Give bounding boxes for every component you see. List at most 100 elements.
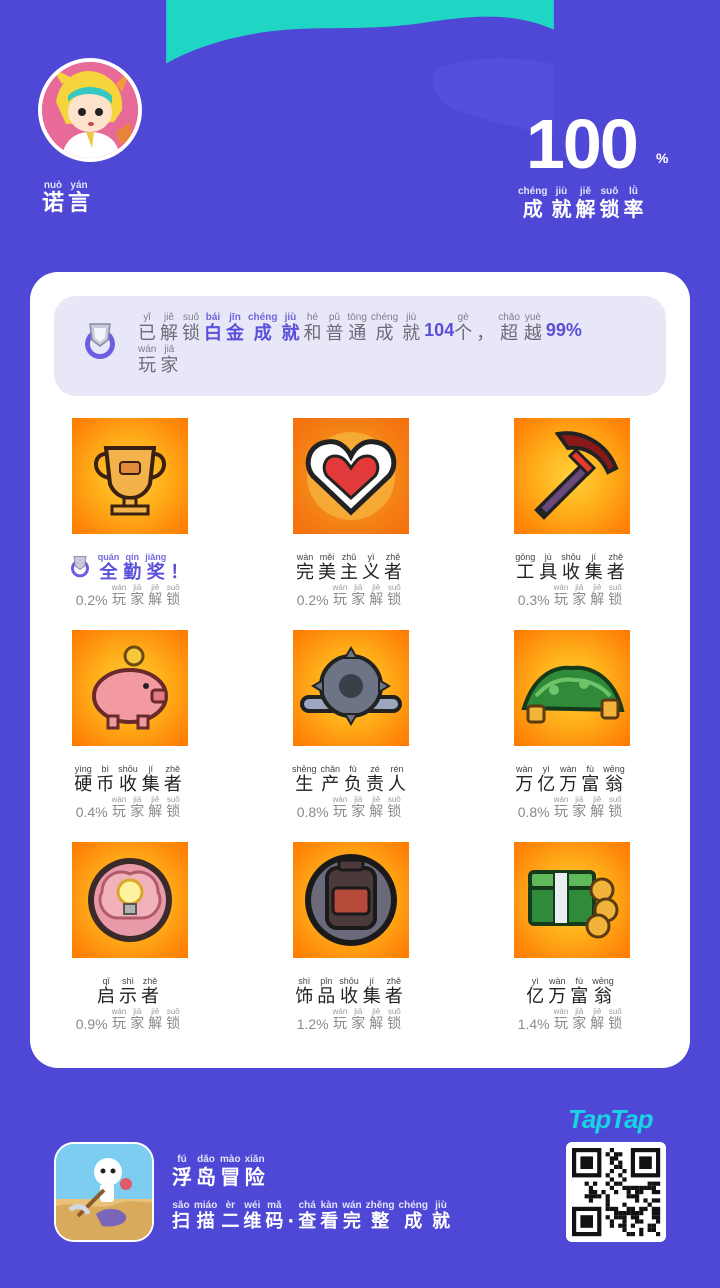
achievement-image	[293, 842, 409, 958]
achievement-item[interactable]: shēng 生 chǎn 产 fù 负 zé 责 rén 人 0.8% wán 玩 jiā 家 jiě 解 suǒ…	[251, 630, 451, 820]
achievement-item[interactable]: yìng 硬 bì 币 shōu 收 jí 集 zhě 者 0.4% wán 玩 jiā 家 jiě 解 suǒ 锁	[30, 630, 230, 820]
achievement-name-char: fù 负	[344, 764, 362, 795]
hanzi: 锁	[166, 591, 181, 608]
pinyin: quán	[97, 552, 120, 562]
pinyin: shì	[121, 976, 134, 986]
pinyin: lǜ	[629, 186, 638, 197]
hanzi: 工	[516, 562, 535, 583]
hanzi: ！	[170, 562, 189, 583]
achievement-name: wàn 万 yì 亿 wàn 万 fù 富 wēng 翁	[472, 764, 672, 795]
hanzi: 者	[606, 562, 625, 583]
hanzi: 产	[321, 774, 340, 795]
hanzi: 万	[548, 986, 567, 1007]
pinyin: bì	[101, 764, 109, 774]
hanzi: 翁	[604, 774, 623, 795]
hanzi: 解	[590, 803, 605, 820]
hanzi: 成	[404, 1211, 423, 1232]
pinyin	[178, 552, 181, 563]
achievement-image	[514, 842, 630, 958]
achievement-name: yì 亿 wàn 万 fù 富 wēng 翁	[472, 976, 672, 1007]
hanzi: 收	[119, 774, 137, 795]
app-icon[interactable]	[54, 1142, 154, 1242]
user-avatar[interactable]	[38, 58, 142, 162]
hanzi: 解	[369, 591, 384, 608]
achievement-name-char: gōng 工	[515, 552, 535, 583]
hanzi: 解	[160, 323, 178, 344]
hanzi: 家	[572, 591, 587, 608]
hanzi: 锁	[387, 591, 402, 608]
hanzi: 成	[375, 323, 394, 344]
pinyin: pǔ	[328, 312, 341, 323]
pinyin: chéng	[518, 186, 548, 197]
achievement-name-char: yìng 硬	[74, 764, 92, 795]
unlock-suffix-char: jiā 家	[130, 583, 144, 608]
pinyin: yì	[367, 552, 375, 562]
banner-seg4-char: gè 个	[454, 312, 472, 344]
achievement-item[interactable]: quán 全 qín 勤 jiǎng 奖 ！ 0.2% wán 玩 jiā 家 jiě 解 suǒ 锁	[30, 418, 230, 608]
hanzi: 玩	[332, 803, 347, 820]
pinyin: chéng	[398, 1200, 428, 1211]
achievement-image	[72, 630, 188, 746]
username-text: nuò 诺 yán 言	[42, 180, 94, 216]
pinyin: wán	[111, 1006, 127, 1016]
scan-char: chá 查	[298, 1200, 316, 1232]
pinyin	[484, 312, 487, 324]
app-name: fú 浮 dǎo 岛 mào 冒 xiǎn 险	[172, 1154, 269, 1188]
pinyin: fù	[349, 764, 357, 774]
pinyin: wán	[332, 794, 348, 804]
username: nuò 诺 yán 言	[42, 180, 94, 216]
pinyin: jiě	[151, 794, 160, 804]
unlock-suffix-char: jiě 解	[148, 1007, 162, 1032]
achievement-name: yìng 硬 bì 币 shōu 收 jí 集 zhě 者	[30, 764, 230, 795]
pinyin: dǎo	[197, 1154, 215, 1165]
pinyin: tōng	[347, 312, 367, 323]
hanzi: 锁	[166, 1015, 181, 1032]
scan-char: sǎo 扫	[172, 1200, 190, 1232]
summary-text: yǐ 已 jiě 解 suǒ 锁 bái 白 jīn 金 chéng 成 jiù 就 hé 和 pǔ 普 tōng 通…	[138, 312, 648, 376]
qr-code[interactable]	[566, 1142, 666, 1242]
pinyin: zhǔ	[341, 552, 357, 562]
achievement-item[interactable]: gōng 工 jù 具 shōu 收 jí 集 zhě 者 0.3% wán 玩 jiā 家 jiě 解 suǒ 锁	[472, 418, 672, 608]
hanzi: 启	[97, 986, 115, 1007]
achievement-item[interactable]: qǐ 启 shì 示 zhě 者 0.9% wán 玩 jiā 家 jiě 解 suǒ 锁	[30, 842, 230, 1032]
achievement-card: yǐ 已 jiě 解 suǒ 锁 bái 白 jīn 金 chéng 成 jiù 就 hé 和 pǔ 普 tōng 通…	[30, 272, 690, 1068]
hanzi: 主	[340, 562, 358, 583]
rate-label-char: suǒ 锁	[599, 186, 619, 220]
pinyin: jiě	[372, 582, 381, 592]
unlock-suffix-char: jiā 家	[572, 1007, 586, 1032]
pinyin: shōu	[339, 976, 359, 986]
achievement-unlock-stat: 0.3% wán 玩 jiā 家 jiě 解 suǒ 锁	[472, 583, 672, 608]
achievement-item[interactable]: yì 亿 wàn 万 fù 富 wēng 翁 1.4% wán 玩 jiā 家 jiě 解 suǒ 锁	[472, 842, 672, 1032]
achievement-name-char: shēng 生	[292, 764, 317, 795]
scan-char: ·	[287, 1200, 294, 1232]
hanzi: 言	[68, 191, 91, 216]
achievement-name-char: fù 富	[581, 764, 599, 795]
hanzi: 人	[388, 774, 407, 795]
achievement-unlock-stat: 0.9% wán 玩 jiā 家 jiě 解 suǒ 锁	[30, 1007, 230, 1032]
achievement-name-char: měi 美	[318, 552, 336, 583]
hanzi: ，	[476, 323, 495, 344]
achievement-item[interactable]: wàn 万 yì 亿 wàn 万 fù 富 wēng 翁 0.8% wán 玩 jiā 家 jiě 解 suǒ 锁	[472, 630, 672, 820]
achievement-name-char: quán 全	[98, 552, 120, 583]
pinyin: zhě	[608, 552, 624, 562]
hanzi: 富	[581, 774, 600, 795]
hanzi: 解	[148, 1015, 163, 1032]
achievement-name-char: jí 集	[142, 764, 160, 795]
pinyin: wán	[138, 343, 157, 355]
hanzi: 解	[590, 1015, 605, 1032]
hanzi: 就	[281, 323, 300, 344]
pinyin: chá	[298, 1200, 316, 1211]
achievement-item[interactable]: shì 饰 pǐn 品 shōu 收 jí 集 zhě 者 1.2% wán 玩 jiā 家 jiě 解 suǒ 锁	[251, 842, 451, 1032]
hanzi: 浮	[172, 1165, 192, 1189]
pinyin: mǎ	[267, 1200, 282, 1211]
pinyin: jīn	[229, 312, 241, 323]
pinyin: jiě	[151, 582, 160, 592]
hanzi: 奖	[146, 562, 165, 583]
achievement-item[interactable]: wán 完 měi 美 zhǔ 主 yì 义 zhě 者 0.2% wán 玩 jiā 家 jiě 解 suǒ 锁	[251, 418, 451, 608]
achievement-name: shì 饰 pǐn 品 shōu 收 jí 集 zhě 者	[251, 976, 451, 1007]
achievement-name: quán 全 qín 勤 jiǎng 奖 ！	[30, 552, 230, 583]
achievement-image	[293, 630, 409, 746]
achievement-name-char: wán 完	[296, 552, 314, 583]
pinyin: suǒ	[608, 582, 622, 592]
hanzi: 翁	[593, 986, 612, 1007]
